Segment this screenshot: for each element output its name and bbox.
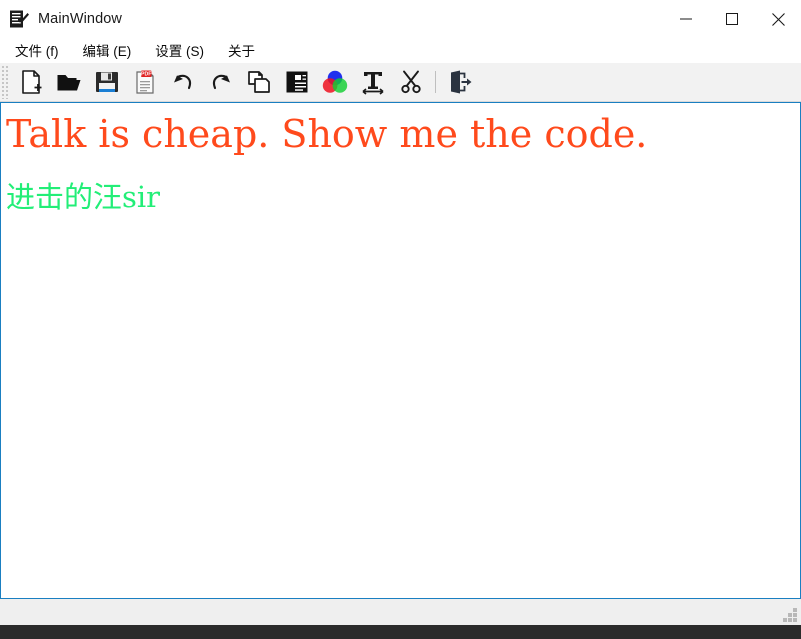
open-folder-icon xyxy=(56,69,82,95)
export-pdf-button[interactable]: PDF xyxy=(128,65,162,99)
title-bar: MainWindow xyxy=(0,0,801,38)
new-file-icon xyxy=(18,69,44,95)
toolbar: PDF xyxy=(0,63,801,102)
save-floppy-icon xyxy=(94,69,120,95)
open-folder-button[interactable] xyxy=(52,65,86,99)
editor-line-blank xyxy=(6,153,795,179)
menu-file[interactable]: 文件 (f) xyxy=(6,38,68,63)
menu-about[interactable]: 关于 xyxy=(219,38,264,63)
maximize-icon xyxy=(726,13,738,25)
maximize-button[interactable] xyxy=(709,0,755,38)
redo-arrow-icon xyxy=(208,69,234,95)
toolbar-separator xyxy=(435,71,436,93)
paste-button[interactable] xyxy=(280,65,314,99)
paste-document-icon xyxy=(284,69,310,95)
window-bottom-edge xyxy=(0,625,801,639)
notepad-pen-icon xyxy=(8,8,30,30)
window-controls xyxy=(663,0,801,38)
copy-pages-icon xyxy=(246,69,272,95)
font-size-t-icon xyxy=(360,69,386,95)
undo-arrow-icon xyxy=(170,69,196,95)
window-title: MainWindow xyxy=(38,11,122,27)
color-button[interactable] xyxy=(318,65,352,99)
new-file-button[interactable] xyxy=(14,65,48,99)
minimize-button[interactable] xyxy=(663,0,709,38)
scissors-cut-icon xyxy=(398,69,424,95)
resize-grip-icon[interactable] xyxy=(783,608,797,622)
cut-button[interactable] xyxy=(394,65,428,99)
save-button[interactable] xyxy=(90,65,124,99)
undo-button[interactable] xyxy=(166,65,200,99)
copy-button[interactable] xyxy=(242,65,276,99)
svg-text:PDF: PDF xyxy=(141,72,151,78)
close-button[interactable] xyxy=(755,0,801,38)
redo-button[interactable] xyxy=(204,65,238,99)
minimize-icon xyxy=(680,18,692,20)
color-wheel-icon xyxy=(322,69,348,95)
exit-button[interactable] xyxy=(443,65,477,99)
menu-settings[interactable]: 设置 (S) xyxy=(146,38,213,63)
close-icon xyxy=(771,12,785,26)
editor-line-2: 进击的汪sir xyxy=(6,180,161,214)
editor-container: Talk is cheap. Show me the code. 进击的汪sir xyxy=(0,102,801,599)
font-size-button[interactable] xyxy=(356,65,390,99)
export-pdf-icon: PDF xyxy=(132,69,158,95)
main-window: MainWindow 文件 (f) 编辑 (E) 设置 (S) 关于 PDF T… xyxy=(0,0,801,639)
toolbar-drag-handle[interactable] xyxy=(1,65,10,99)
menu-bar: 文件 (f) 编辑 (E) 设置 (S) 关于 xyxy=(0,38,801,63)
text-editor[interactable]: Talk is cheap. Show me the code. 进击的汪sir xyxy=(0,102,801,599)
menu-edit[interactable]: 编辑 (E) xyxy=(74,38,141,63)
editor-line-1: Talk is cheap. Show me the code. xyxy=(6,112,648,156)
status-bar xyxy=(0,599,801,625)
exit-door-icon xyxy=(447,69,473,95)
